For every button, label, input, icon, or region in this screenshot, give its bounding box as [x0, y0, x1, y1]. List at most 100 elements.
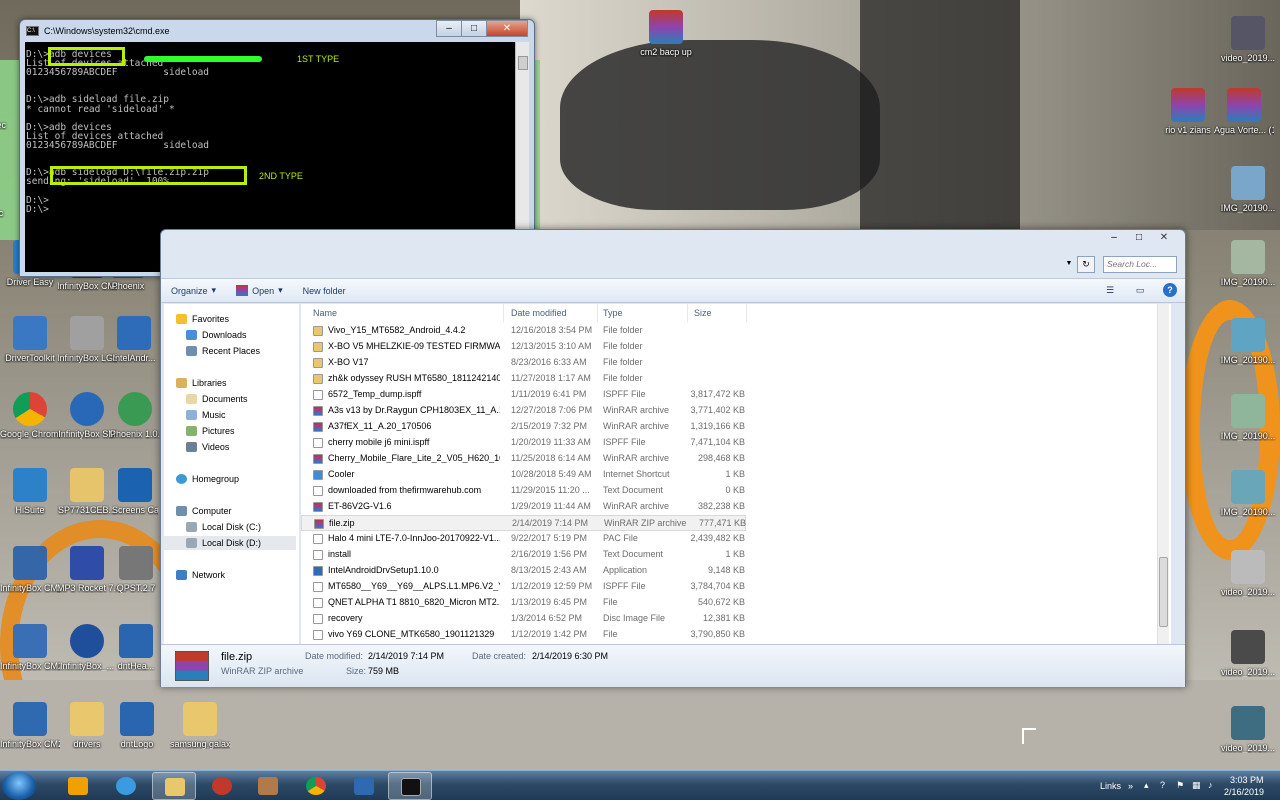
desktop-icon-infinitybox-2[interactable]: InfinityBox_... [57, 624, 117, 671]
minimize-button[interactable]: – [436, 20, 462, 37]
desktop-icon-sp7731[interactable]: SP7731CEB... [57, 468, 117, 515]
nav-local-disk-c[interactable]: Local Disk (C:) [186, 520, 261, 534]
navigation-pane[interactable]: Favorites Downloads Recent Places Librar… [164, 304, 299, 644]
desktop-icon-img-3[interactable]: IMG_20190... [1218, 318, 1278, 365]
desktop-icon-video-4[interactable]: video_2019... [1218, 706, 1278, 753]
chevron-icon[interactable]: » [1128, 781, 1133, 791]
taskbar-app-red[interactable] [200, 772, 244, 800]
file-row[interactable]: zh&k odyssey RUSH MT6580_1811242140... 11… [301, 371, 746, 387]
maximize-button[interactable]: □ [461, 20, 487, 37]
column-header-name[interactable]: Name [313, 308, 337, 318]
column-header-size[interactable]: Size [694, 308, 712, 318]
nav-documents[interactable]: Documents [186, 392, 248, 406]
desktop-icon-infinitybox-cm2mt2[interactable]: InfinityBox CM2MT2 [0, 546, 60, 593]
file-row[interactable]: A3s v13 by Dr.Raygun CPH1803EX_11_A.1...… [301, 403, 746, 419]
column-header-date[interactable]: Date modified [511, 308, 567, 318]
desktop-icon-google-chrome[interactable]: Google Chrome [0, 392, 60, 439]
desktop-icon-screens-capto[interactable]: Screens Capto [112, 468, 158, 515]
nav-libraries[interactable]: Libraries [176, 376, 227, 390]
desktop-icon-agua-vortex[interactable]: Agua Vorte... (1) [1214, 88, 1274, 135]
nav-local-disk-d[interactable]: Local Disk (D:) [164, 536, 296, 550]
desktop-icon-intelandroid[interactable]: IntelAndr... [110, 316, 158, 363]
file-row[interactable]: A37fEX_11_A.20_170506 2/15/2019 7:32 PM Wi… [301, 419, 746, 435]
desktop-icon-qpst[interactable]: QPST.2.7 [112, 546, 160, 593]
taskbar-media-player[interactable] [56, 772, 100, 800]
refresh-icon[interactable]: ↻ [1077, 256, 1095, 273]
file-row[interactable]: Halo 4 mini LTE-7.0-InnJoo-20170922-V1..… [301, 531, 746, 547]
desktop-icon-video-1[interactable]: video_2019... [1218, 16, 1278, 63]
desktop-icon-bc-partial[interactable]: Bc [0, 208, 18, 218]
desktop-icon-img-5[interactable]: IMG_20190... [1218, 470, 1278, 517]
help-icon[interactable]: ? [1163, 283, 1177, 297]
links-toolbar[interactable]: Links [1100, 781, 1121, 791]
file-row[interactable]: X-BO V5 MHELZKIE-09 TESTED FIRMWARE 12/13… [301, 339, 746, 355]
desktop-icon-infinitybox-cm2qlm[interactable]: InfinityBox CM2QLM [0, 702, 60, 749]
desktop-icon-hisuite[interactable]: HiSuite [0, 468, 60, 515]
desktop-icon-img-2[interactable]: IMG_20190... [1218, 240, 1278, 287]
file-row[interactable]: QNET ALPHA T1 8810_6820_Micron MT2... 1/1… [301, 595, 746, 611]
desktop-icon-infinitybox-sm[interactable]: InfinityBox SM [57, 392, 117, 439]
volume-icon[interactable]: ♪ [1208, 780, 1213, 790]
desktop-icon-mp3-rocket[interactable]: MP3 Rocket 7.4.1 [57, 546, 117, 593]
network-tray-icon[interactable]: ▦ [1192, 780, 1201, 791]
scroll-thumb[interactable] [518, 56, 528, 70]
desktop-icon-samsung-galaxy[interactable]: samsung galaxy s7... [170, 702, 230, 749]
taskbar-cmd[interactable] [388, 772, 432, 800]
taskbar-chrome[interactable] [294, 772, 338, 800]
desktop-icon-rio-v1-zians[interactable]: rio v1 zians [1158, 88, 1218, 135]
clock-date[interactable]: 2/16/2019 [1224, 787, 1264, 797]
desktop-icon-infinitybox-lgs[interactable]: InfinityBox LGS [57, 316, 117, 363]
column-header-type[interactable]: Type [603, 308, 623, 318]
nav-downloads[interactable]: Downloads [186, 328, 247, 342]
desktop-icon-img-4[interactable]: IMG_20190... [1218, 394, 1278, 441]
file-row[interactable]: MT6580__Y69__Y69__ALPS.L1.MP6.V2_YU... 1/… [301, 579, 746, 595]
file-row[interactable]: Cherry_Mobile_Flare_Lite_2_V05_H620_10..… [301, 451, 746, 467]
organize-button[interactable]: Organize ▾ [161, 285, 226, 296]
file-row[interactable]: cherry mobile j6 mini.ispff 1/20/2019 11:… [301, 435, 746, 451]
nav-recent-places[interactable]: Recent Places [186, 344, 260, 358]
nav-network[interactable]: Network [176, 568, 225, 582]
flag-icon[interactable]: ⚑ [1176, 780, 1184, 791]
desktop-icon-dntlogo[interactable]: dntLogo [114, 702, 160, 749]
file-row[interactable]: recovery 1/3/2014 6:52 PM Disc Image File 1… [301, 611, 746, 627]
nav-favorites[interactable]: Favorites [176, 312, 229, 326]
taskbar-qlm[interactable] [342, 772, 386, 800]
desktop-icon-video-3[interactable]: video_2019... [1218, 630, 1278, 677]
file-row[interactable]: Vivo_Y15_MT6582_Android_4.4.2 12/16/2018 … [301, 323, 746, 339]
file-row[interactable]: IntelAndroidDrvSetup1.10.0 8/13/2015 2:43… [301, 563, 746, 579]
open-button[interactable]: Open ▾ [226, 285, 293, 296]
new-folder-button[interactable]: New folder [293, 286, 356, 296]
preview-pane-icon[interactable]: ▭ [1133, 283, 1147, 297]
clock-time[interactable]: 3:03 PM [1230, 775, 1264, 785]
file-row[interactable]: vivo Y69 CLONE_MTK6580_1901121329 1/12/20… [301, 627, 746, 643]
file-list[interactable]: Name Date modified Type Size Vivo_Y15_MT… [301, 304, 1171, 644]
file-row[interactable]: downloaded from thefirmwarehub.com 11/29/… [301, 483, 746, 499]
nav-homegroup[interactable]: Homegroup [176, 472, 239, 486]
file-row[interactable]: Cooler 10/28/2018 5:49 AM Internet Shortcu… [301, 467, 746, 483]
close-button[interactable]: ✕ [1151, 230, 1177, 247]
taskbar-app-game[interactable] [246, 772, 290, 800]
maximize-button[interactable]: □ [1126, 230, 1152, 247]
file-row[interactable]: 6572_Temp_dump.ispff 1/11/2019 6:41 PM ISP… [301, 387, 746, 403]
view-options-icon[interactable]: ☰ [1103, 283, 1117, 297]
taskbar-internet-explorer[interactable] [104, 772, 148, 800]
file-row[interactable]: file.zip 2/14/2019 7:14 PM WinRAR ZIP arch… [301, 515, 746, 531]
nav-computer[interactable]: Computer [176, 504, 232, 518]
scroll-thumb[interactable] [1159, 557, 1168, 627]
file-list-scrollbar[interactable] [1157, 304, 1169, 644]
desktop-icon-phoenix-107[interactable]: Phoenix 1.0.7RU [110, 392, 160, 439]
desktop-icon-dntheader[interactable]: dntHea... [112, 624, 160, 671]
help-tray-icon[interactable]: ? [1160, 780, 1165, 790]
nav-videos[interactable]: Videos [186, 440, 229, 454]
desktop-icon-img-1[interactable]: IMG_20190... [1218, 166, 1278, 213]
file-row[interactable]: X-BO V17 8/23/2016 6:33 AM File folder [301, 355, 746, 371]
desktop-icon-rec-partial[interactable]: Rec [0, 120, 18, 130]
file-row[interactable]: ET-86V2G-V1.6 1/29/2019 11:44 AM WinRAR ar… [301, 499, 746, 515]
start-button[interactable] [2, 772, 36, 800]
desktop-icon-drivers[interactable]: drivers [57, 702, 117, 749]
nav-music[interactable]: Music [186, 408, 226, 422]
close-button[interactable]: ✕ [486, 20, 528, 37]
search-input[interactable]: Search Loc... [1103, 256, 1177, 273]
desktop-icon-drivertoolkit[interactable]: DriverToolkit [0, 316, 60, 363]
desktop-icon-cm2-bacp-up[interactable]: cm2 bacp up [636, 10, 696, 57]
